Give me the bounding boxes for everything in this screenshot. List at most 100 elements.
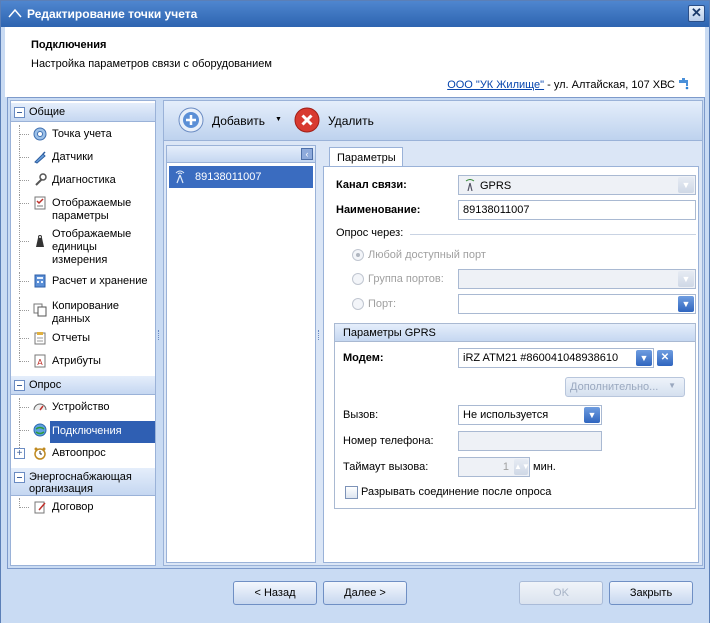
channel-value: GPRS: [480, 180, 512, 192]
tab-parameters[interactable]: Параметры: [329, 147, 403, 167]
call-value: Не используется: [463, 409, 549, 421]
report-icon: [34, 332, 46, 345]
title-bar[interactable]: Редактирование точки учета ✕: [1, 1, 709, 27]
nav-item-displayed-units[interactable]: Отображаемые единицы измерения: [11, 225, 155, 269]
timeout-spinner[interactable]: 1 ▲▼: [458, 457, 530, 477]
nav-item-label: Копирование данных: [52, 300, 120, 325]
navigation-tree: Общие Точка учета Датчики Диагностика От…: [10, 100, 156, 566]
delete-label: Удалить: [328, 114, 374, 128]
nav-item-label: Диагностика: [52, 174, 116, 186]
organization-link[interactable]: ООО "УК Жилище": [447, 79, 544, 91]
nav-item-label: Атрибуты: [52, 355, 101, 367]
name-field[interactable]: 89138011007: [458, 200, 696, 220]
modem-label: Модем:: [343, 352, 384, 364]
alarm-clock-icon: [34, 447, 46, 460]
gprs-group-header: Параметры GPRS: [335, 324, 695, 342]
expand-icon[interactable]: +: [14, 448, 25, 459]
device-icon: [33, 403, 47, 411]
next-button[interactable]: Далее >: [323, 581, 407, 605]
nav-group-label: Опрос: [29, 379, 62, 391]
nav-item-label: Отчеты: [52, 332, 91, 344]
nav-item-label: Отображаемые параметры: [52, 197, 132, 222]
name-label: Наименование:: [336, 204, 421, 216]
dialog-window: Редактирование точки учета ✕ Подключения…: [0, 0, 710, 623]
dialog-footer: < Назад Далее > OK Закрыть: [1, 571, 709, 623]
nav-item-sensors[interactable]: Датчики: [11, 148, 155, 170]
nav-item-calc-storage[interactable]: Расчет и хранение: [11, 272, 155, 294]
page-subtitle: Настройка параметров связи с оборудовани…: [31, 58, 272, 70]
connections-icon: [33, 423, 47, 437]
meter-point-icon: [33, 127, 47, 141]
list-item[interactable]: 89138011007: [169, 166, 313, 188]
meter-point-address: - ул. Алтайская, 107 ХВС: [544, 79, 675, 91]
nav-item-label: Датчики: [52, 151, 94, 163]
nav-item-auto-poll[interactable]: + Автоопрос: [11, 444, 155, 466]
port-group-radio[interactable]: [352, 273, 364, 285]
close-button[interactable]: Закрыть: [609, 581, 693, 605]
gprs-antenna-icon: [465, 179, 475, 191]
any-port-radio[interactable]: [352, 249, 364, 261]
chevron-down-icon[interactable]: ▼: [584, 407, 600, 423]
contract-icon: [34, 501, 46, 514]
modem-select[interactable]: iRZ ATM21 #860041048938610 ▼: [458, 348, 654, 368]
timeout-unit: мин.: [533, 461, 556, 473]
name-value: 89138011007: [463, 204, 530, 216]
poll-via-label: Опрос через:: [336, 227, 404, 239]
checklist-icon: [34, 196, 46, 210]
phone-field[interactable]: [458, 431, 602, 451]
nav-item-label: Отображаемые единицы измерения: [52, 228, 132, 266]
nav-item-meter-point[interactable]: Точка учета: [11, 125, 155, 147]
collapse-icon[interactable]: [14, 472, 25, 483]
app-icon: [8, 8, 22, 18]
chevron-down-icon[interactable]: ▼: [678, 296, 694, 312]
channel-select[interactable]: GPRS ▼: [458, 175, 696, 195]
port-radio[interactable]: [352, 298, 364, 310]
modem-value: iRZ ATM21 #860041048938610: [463, 352, 619, 364]
content-panel: Добавить ▼ Удалить ‹ 89138011007 Парамет…: [163, 100, 703, 566]
page-header: Подключения Настройка параметров связи с…: [5, 27, 705, 97]
collapse-icon[interactable]: [14, 107, 25, 118]
add-button[interactable]: Добавить ▼: [178, 107, 286, 135]
nav-group-energy-org[interactable]: Энергоснабжающая организация: [11, 468, 155, 496]
delete-button[interactable]: Удалить: [294, 107, 384, 135]
timeout-label: Таймаут вызова:: [343, 461, 429, 473]
ok-button[interactable]: OK: [519, 581, 603, 605]
collapse-icon[interactable]: [14, 380, 25, 391]
chevron-down-icon[interactable]: ▼: [636, 350, 652, 366]
nav-group-polling[interactable]: Опрос: [11, 376, 155, 395]
chevron-down-icon[interactable]: ▼: [275, 116, 282, 123]
water-tap-icon: [679, 78, 689, 90]
list-splitter[interactable]: [317, 145, 322, 563]
nav-item-displayed-params[interactable]: Отображаемые параметры: [11, 194, 155, 224]
clear-modem-button[interactable]: ✕: [657, 350, 673, 366]
port-group-select[interactable]: ▼: [458, 269, 696, 289]
nav-splitter[interactable]: [156, 100, 162, 566]
nav-item-attributes[interactable]: A Атрибуты: [11, 352, 155, 374]
meter-point-path: ООО "УК Жилище" - ул. Алтайская, 107 ХВС: [447, 77, 691, 91]
nav-item-connections[interactable]: Подключения: [11, 421, 155, 443]
disconnect-checkbox[interactable]: [345, 486, 358, 499]
main-area: Общие Точка учета Датчики Диагностика От…: [7, 97, 705, 569]
nav-group-label: Общие: [29, 106, 66, 118]
page-title: Подключения: [31, 39, 107, 51]
call-select[interactable]: Не используется ▼: [458, 405, 602, 425]
toolbar: Добавить ▼ Удалить: [164, 101, 702, 141]
gprs-group-title: Параметры GPRS: [343, 327, 436, 339]
back-button[interactable]: < Назад: [233, 581, 317, 605]
calculator-icon: [34, 274, 46, 288]
nav-item-device[interactable]: Устройство: [11, 398, 155, 420]
nav-item-contract[interactable]: Договор: [11, 498, 155, 520]
nav-item-diagnostics[interactable]: Диагностика: [11, 171, 155, 193]
spinner-arrows-icon[interactable]: ▲▼: [514, 459, 530, 475]
attributes-icon: A: [34, 354, 46, 368]
collapse-left-icon[interactable]: ‹: [301, 148, 313, 160]
nav-item-copy-data[interactable]: Копирование данных: [11, 297, 155, 327]
close-window-button[interactable]: ✕: [688, 5, 705, 22]
nav-item-reports[interactable]: Отчеты: [11, 329, 155, 351]
nav-group-general[interactable]: Общие: [11, 103, 155, 122]
chevron-down-icon[interactable]: ▼: [678, 177, 694, 193]
chevron-down-icon[interactable]: ▼: [678, 271, 694, 287]
nav-item-label: Договор: [52, 501, 94, 513]
more-options-button[interactable]: Дополнительно... ▼: [565, 377, 685, 397]
port-select[interactable]: ▼: [458, 294, 696, 314]
